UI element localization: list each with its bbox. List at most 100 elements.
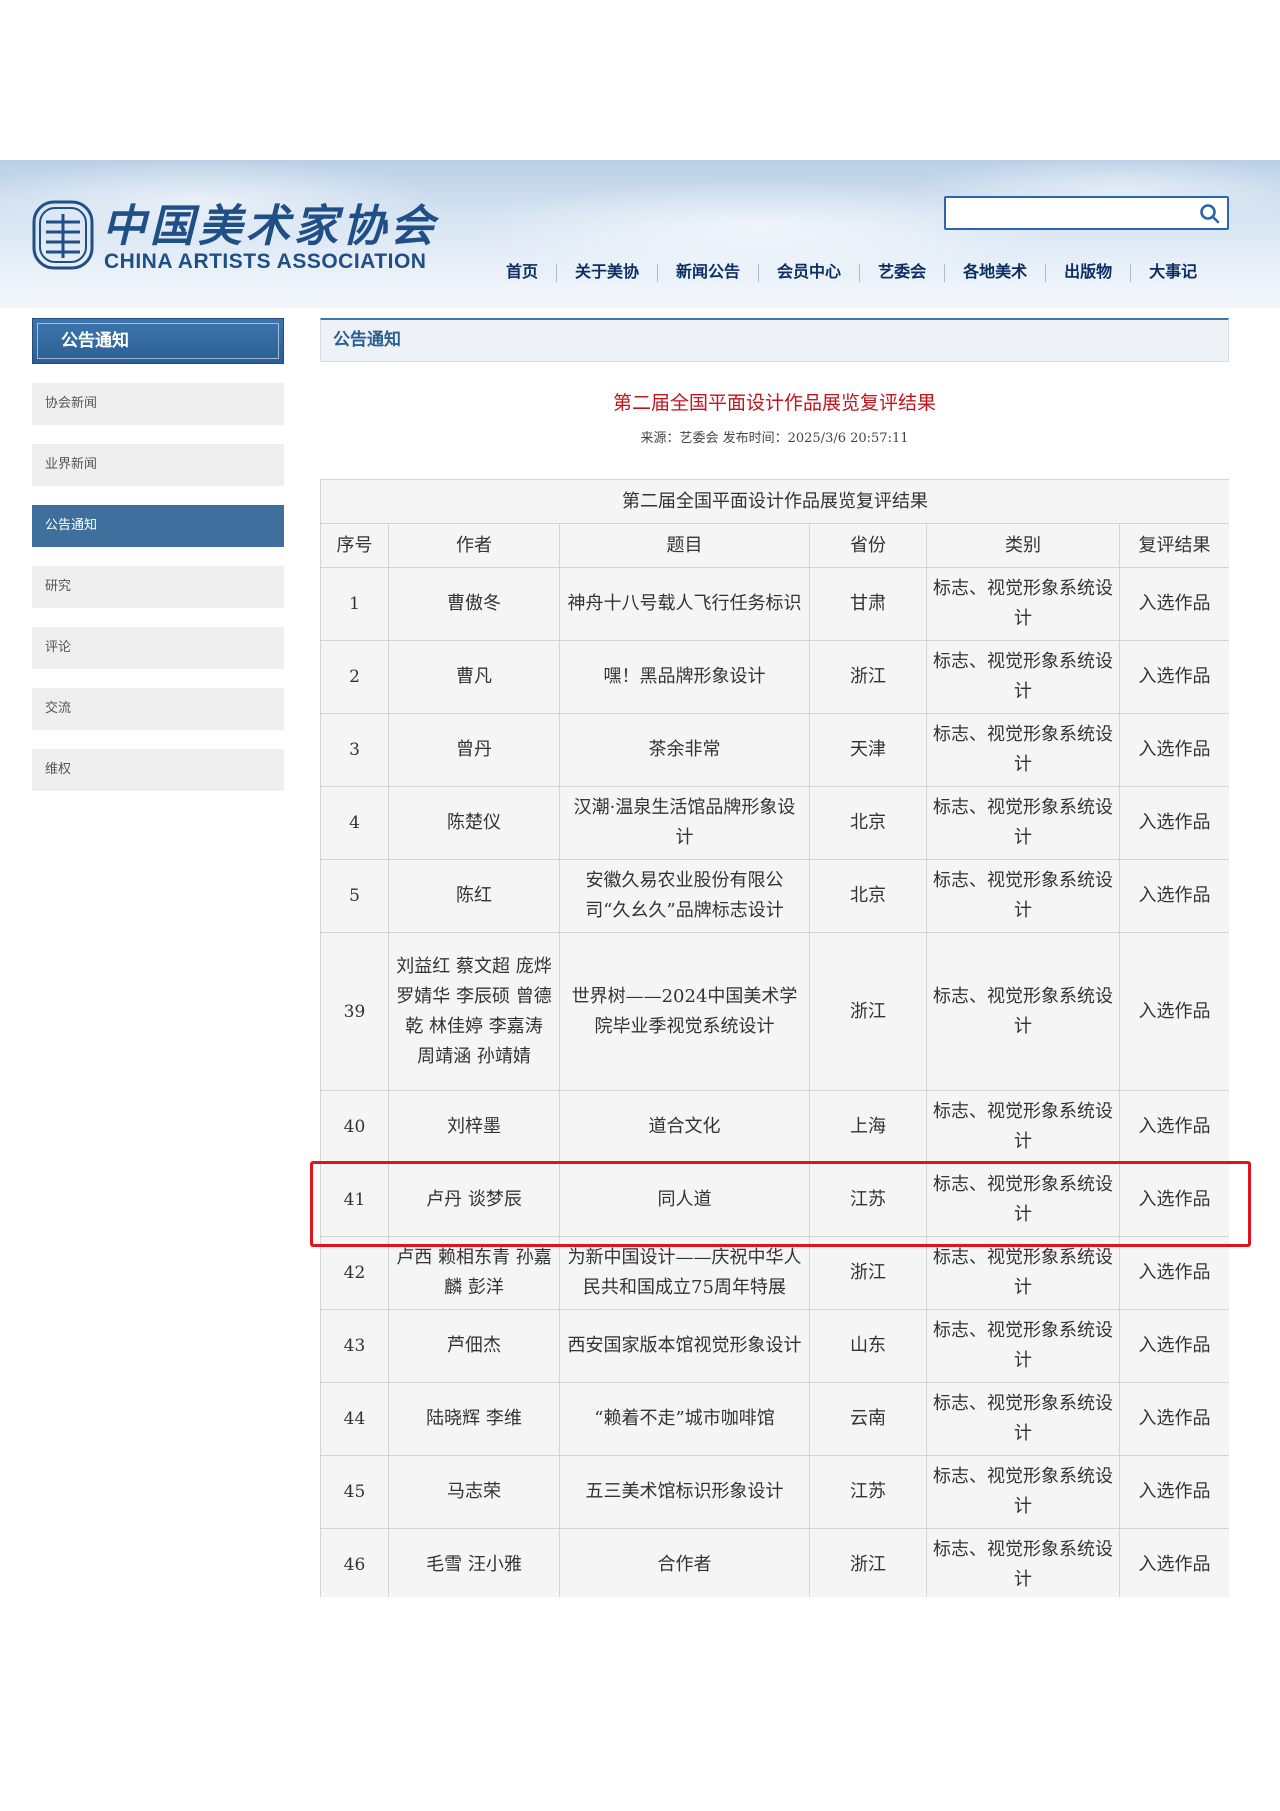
- cell-author: 卢丹 谈梦辰: [388, 1163, 560, 1237]
- cell-title: 茶余非常: [559, 713, 810, 787]
- cell-title: 世界树——2024中国美术学院毕业季视觉系统设计: [559, 932, 810, 1091]
- nav-publications[interactable]: 出版物: [1045, 264, 1130, 282]
- table-row: 42 卢西 赖相东青 孙嘉麟 彭洋 为新中国设计——庆祝中华人民共和国成立75周年特…: [320, 1236, 1229, 1310]
- column-header-result: 复评结果: [1118, 523, 1229, 568]
- cell-category: 标志、视觉形象系统设计: [926, 1309, 1120, 1383]
- cell-author: 卢西 赖相东青 孙嘉麟 彭洋: [388, 1236, 560, 1310]
- column-header-title: 题目: [559, 523, 810, 568]
- cell-category: 标志、视觉形象系统设计: [926, 1528, 1120, 1597]
- nav-regional-art[interactable]: 各地美术: [944, 264, 1045, 282]
- sidebar-item-association-news[interactable]: 协会新闻: [32, 383, 284, 425]
- cell-province: 上海: [809, 1090, 927, 1164]
- cell-number: 1: [320, 567, 389, 641]
- cell-author: 马志荣: [388, 1455, 560, 1529]
- table-row: 41 卢丹 谈梦辰 同人道 江苏 标志、视觉形象系统设计 入选作品: [320, 1163, 1229, 1237]
- results-table: 第二届全国平面设计作品展览复评结果 序号 作者 题目 省份 类别 复评结果 1曹…: [320, 479, 1229, 1597]
- article-meta: 来源：艺委会 发布时间：2025/3/6 20:57:11: [640, 431, 909, 446]
- cell-result: 入选作品: [1118, 1528, 1229, 1597]
- results-table-container[interactable]: 第二届全国平面设计作品展览复评结果 序号 作者 题目 省份 类别 复评结果 1曹…: [320, 479, 1229, 1597]
- cell-category: 标志、视觉形象系统设计: [926, 713, 1120, 787]
- cell-province: 浙江: [809, 640, 927, 714]
- column-header-province: 省份: [809, 523, 927, 568]
- sidebar-item-reviews[interactable]: 评论: [32, 627, 284, 669]
- table-row: 1 曹傲冬 神舟十八号载人飞行任务标识 甘肃 标志、视觉形象系统设计 入选作品: [320, 567, 1229, 641]
- main-nav: 首页 关于美协 新闻公告 会员中心 艺委会 各地美术 出版物 大事记: [490, 258, 1215, 288]
- table-row: 4 陈楚仪 汉潮·温泉生活馆品牌形象设计 北京 标志、视觉形象系统设计 入选作品: [320, 786, 1229, 860]
- table-row: 45 马志荣 五三美术馆标识形象设计 江苏 标志、视觉形象系统设计 入选作品: [320, 1455, 1229, 1529]
- cell-author: 陈楚仪: [388, 786, 560, 860]
- cell-author: 刘梓墨: [388, 1090, 560, 1164]
- sidebar-heading: 公告通知: [32, 318, 284, 364]
- sidebar-item-industry-news[interactable]: 业界新闻: [32, 444, 284, 486]
- cell-province: 江苏: [809, 1455, 927, 1529]
- table-row: 46 毛雪 汪小雅 合作者 浙江 标志、视觉形象系统设计 入选作品: [320, 1528, 1229, 1597]
- site-logo[interactable]: 中国美术家协会 CHINA ARTISTS ASSOCIATION: [32, 190, 452, 282]
- table-row: 40 刘梓墨 道合文化 上海 标志、视觉形象系统设计 入选作品: [320, 1090, 1229, 1164]
- cell-category: 标志、视觉形象系统设计: [926, 1236, 1120, 1310]
- sidebar-item-rights[interactable]: 维权: [32, 749, 284, 791]
- cell-title: 嘿！黑品牌形象设计: [559, 640, 810, 714]
- cell-result: 入选作品: [1118, 567, 1229, 641]
- cell-title: 五三美术馆标识形象设计: [559, 1455, 810, 1529]
- nav-art-committee[interactable]: 艺委会: [859, 264, 944, 282]
- cell-title: 汉潮·温泉生活馆品牌形象设计: [559, 786, 810, 860]
- cell-province: 山东: [809, 1309, 927, 1383]
- cell-category: 标志、视觉形象系统设计: [926, 932, 1120, 1091]
- nav-news[interactable]: 新闻公告: [657, 264, 758, 282]
- cell-title: 为新中国设计——庆祝中华人民共和国成立75周年特展: [559, 1236, 810, 1310]
- cell-number: 3: [320, 713, 389, 787]
- cell-category: 标志、视觉形象系统设计: [926, 1382, 1120, 1456]
- cell-number: 4: [320, 786, 389, 860]
- cell-result: 入选作品: [1118, 786, 1229, 860]
- association-emblem-icon: [32, 200, 94, 270]
- cell-province: 云南: [809, 1382, 927, 1456]
- site-header: 中国美术家协会 CHINA ARTISTS ASSOCIATION 首页 关于美…: [0, 160, 1280, 308]
- cell-number: 43: [320, 1309, 389, 1383]
- cell-number: 42: [320, 1236, 389, 1310]
- column-header-author: 作者: [388, 523, 560, 568]
- nav-members[interactable]: 会员中心: [758, 264, 859, 282]
- cell-number: 5: [320, 859, 389, 933]
- cell-result: 入选作品: [1118, 640, 1229, 714]
- cell-category: 标志、视觉形象系统设计: [926, 1455, 1120, 1529]
- column-header-number: 序号: [320, 523, 389, 568]
- cell-result: 入选作品: [1118, 1163, 1229, 1237]
- cell-province: 北京: [809, 786, 927, 860]
- cell-province: 浙江: [809, 1528, 927, 1597]
- cell-author: 曾丹: [388, 713, 560, 787]
- cell-number: 39: [320, 932, 389, 1091]
- cell-category: 标志、视觉形象系统设计: [926, 640, 1120, 714]
- cell-author: 芦佃杰: [388, 1309, 560, 1383]
- main-content: 公告通知 第二届全国平面设计作品展览复评结果 来源：艺委会 发布时间：2025/…: [320, 318, 1229, 446]
- cell-province: 天津: [809, 713, 927, 787]
- nav-about[interactable]: 关于美协: [556, 264, 657, 282]
- cell-province: 浙江: [809, 932, 927, 1091]
- cell-result: 入选作品: [1118, 1309, 1229, 1383]
- cell-province: 江苏: [809, 1163, 927, 1237]
- cell-title: 西安国家版本馆视觉形象设计: [559, 1309, 810, 1383]
- nav-chronicle[interactable]: 大事记: [1130, 264, 1215, 282]
- cell-category: 标志、视觉形象系统设计: [926, 786, 1120, 860]
- cell-result: 入选作品: [1118, 1090, 1229, 1164]
- sidebar-item-announcements[interactable]: 公告通知: [32, 505, 284, 547]
- search-icon[interactable]: [1199, 203, 1221, 225]
- nav-home[interactable]: 首页: [490, 264, 556, 282]
- cell-result: 入选作品: [1118, 1236, 1229, 1310]
- cell-category: 标志、视觉形象系统设计: [926, 1090, 1120, 1164]
- section-header: 公告通知: [320, 318, 1229, 362]
- cell-result: 入选作品: [1118, 932, 1229, 1091]
- cell-title: 道合文化: [559, 1090, 810, 1164]
- article-title: 第二届全国平面设计作品展览复评结果: [612, 392, 936, 414]
- cell-title: “赖着不走”城市咖啡馆: [559, 1382, 810, 1456]
- cell-title: 合作者: [559, 1528, 810, 1597]
- search-input[interactable]: [944, 196, 1229, 230]
- table-row: 5 陈红 安徽久易农业股份有限公司“久幺久”品牌标志设计 北京 标志、视觉形象系统设计入…: [320, 859, 1229, 933]
- sidebar-item-research[interactable]: 研究: [32, 566, 284, 608]
- cell-title: 神舟十八号载人飞行任务标识: [559, 567, 810, 641]
- table-row: 44 陆晓辉 李维 “赖着不走”城市咖啡馆 云南 标志、视觉形象系统设计 入选作品: [320, 1382, 1229, 1456]
- column-header-category: 类别: [926, 523, 1120, 568]
- cell-number: 2: [320, 640, 389, 714]
- sidebar-item-exchange[interactable]: 交流: [32, 688, 284, 730]
- cell-number: 41: [320, 1163, 389, 1237]
- cell-province: 浙江: [809, 1236, 927, 1310]
